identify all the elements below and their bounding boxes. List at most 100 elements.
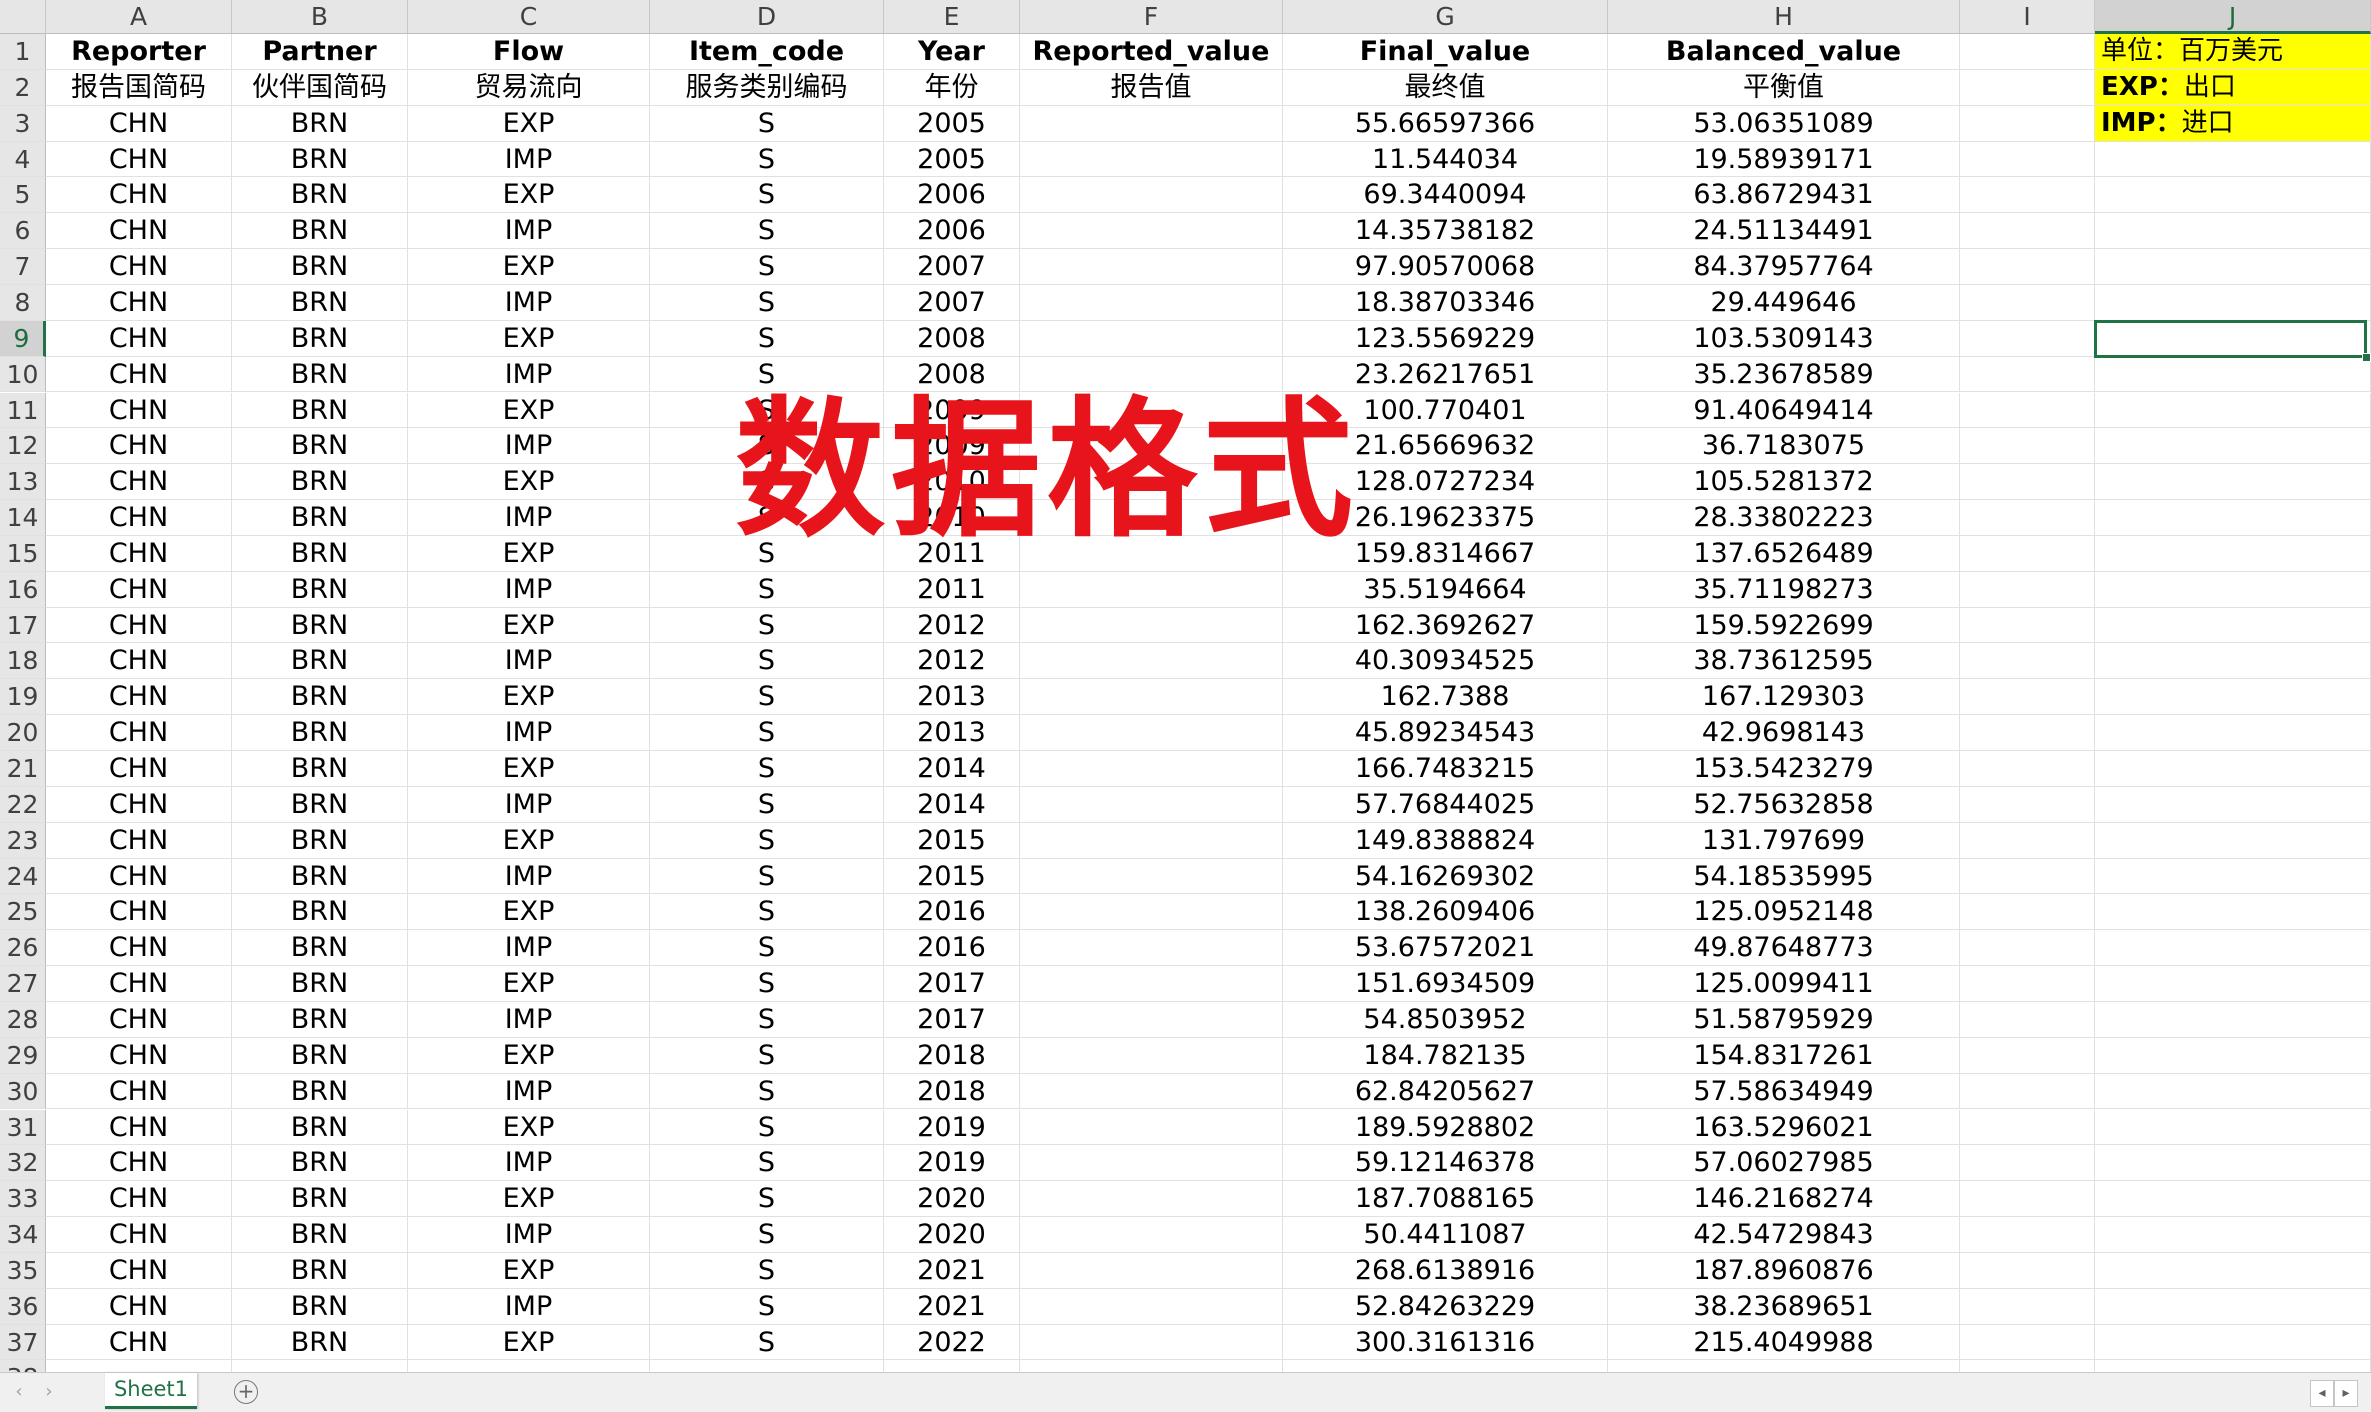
data-cell[interactable]: CHN xyxy=(46,1252,232,1289)
data-cell[interactable]: S xyxy=(650,1037,884,1074)
cell[interactable] xyxy=(1960,320,2095,357)
row-number[interactable]: 21 xyxy=(0,751,46,787)
column-header-a[interactable]: A xyxy=(46,0,232,34)
data-cell[interactable]: S xyxy=(650,786,884,823)
data-cell[interactable] xyxy=(1020,930,1283,967)
data-cell[interactable]: CHN xyxy=(46,177,232,214)
cell[interactable] xyxy=(232,1360,408,1372)
data-cell[interactable] xyxy=(1020,1109,1283,1146)
data-cell[interactable]: S xyxy=(650,141,884,178)
data-cell[interactable]: S xyxy=(650,284,884,321)
cell[interactable] xyxy=(1960,715,2095,751)
data-cell[interactable]: BRN xyxy=(232,1001,408,1038)
header-cell-cn[interactable]: 最终值 xyxy=(1283,69,1608,106)
row-number[interactable]: 15 xyxy=(0,535,46,572)
row-number[interactable]: 27 xyxy=(0,966,46,1002)
cell[interactable] xyxy=(1960,356,2095,393)
data-cell[interactable]: CHN xyxy=(46,1073,232,1110)
data-cell[interactable]: 187.7088165 xyxy=(1283,1181,1608,1218)
data-cell[interactable]: IMP xyxy=(408,930,650,967)
data-cell[interactable] xyxy=(1020,177,1283,214)
cell[interactable] xyxy=(1960,643,2095,680)
data-cell[interactable]: CHN xyxy=(46,105,232,142)
header-cell[interactable]: Item_code xyxy=(650,34,884,70)
cell[interactable] xyxy=(1020,1360,1283,1372)
row-number[interactable]: 1 xyxy=(0,34,46,70)
cell[interactable] xyxy=(2095,464,2371,501)
data-cell[interactable]: BRN xyxy=(232,715,408,751)
data-cell[interactable]: CHN xyxy=(46,284,232,321)
data-cell[interactable]: S xyxy=(650,822,884,859)
cell[interactable] xyxy=(2095,428,2371,465)
data-cell[interactable] xyxy=(1020,105,1283,142)
row-number[interactable]: 33 xyxy=(0,1181,46,1218)
data-cell[interactable]: CHN xyxy=(46,643,232,680)
header-cell-cn[interactable]: 伙伴国简码 xyxy=(232,69,408,106)
row-number[interactable]: 2 xyxy=(0,69,46,106)
data-cell[interactable]: BRN xyxy=(232,1181,408,1218)
row-number[interactable]: 18 xyxy=(0,643,46,680)
row-number[interactable]: 32 xyxy=(0,1145,46,1182)
data-cell[interactable]: EXP xyxy=(408,822,650,859)
data-cell[interactable]: CHN xyxy=(46,464,232,501)
data-cell[interactable]: 2014 xyxy=(884,786,1020,823)
data-cell[interactable]: BRN xyxy=(232,571,408,608)
data-cell[interactable]: 2012 xyxy=(884,607,1020,644)
data-cell[interactable]: BRN xyxy=(232,1073,408,1110)
data-cell[interactable]: 2007 xyxy=(884,249,1020,285)
data-cell[interactable]: IMP xyxy=(408,1217,650,1253)
data-cell[interactable]: 50.4411087 xyxy=(1283,1217,1608,1253)
cell[interactable] xyxy=(2095,751,2371,787)
data-cell[interactable]: 159.5922699 xyxy=(1608,607,1960,644)
data-cell[interactable]: S xyxy=(650,105,884,142)
data-cell[interactable] xyxy=(1020,1217,1283,1253)
column-header-d[interactable]: D xyxy=(650,0,884,34)
data-cell[interactable]: 52.75632858 xyxy=(1608,786,1960,823)
data-cell[interactable]: 54.8503952 xyxy=(1283,1001,1608,1038)
fill-handle[interactable] xyxy=(2362,352,2371,362)
cell[interactable] xyxy=(1960,34,2095,70)
cell[interactable] xyxy=(2095,356,2371,393)
cell[interactable] xyxy=(1960,930,2095,967)
data-cell[interactable]: 38.73612595 xyxy=(1608,643,1960,680)
data-cell[interactable]: 189.5928802 xyxy=(1283,1109,1608,1146)
row-number[interactable]: 30 xyxy=(0,1073,46,1110)
data-cell[interactable]: BRN xyxy=(232,428,408,465)
data-cell[interactable]: 137.6526489 xyxy=(1608,535,1960,572)
data-cell[interactable]: CHN xyxy=(46,213,232,250)
data-cell[interactable] xyxy=(1020,320,1283,357)
data-cell[interactable]: 2015 xyxy=(884,858,1020,895)
cell[interactable] xyxy=(2095,1181,2371,1218)
data-cell[interactable]: 36.7183075 xyxy=(1608,428,1960,465)
cell[interactable] xyxy=(46,1360,232,1372)
scroll-left-icon[interactable]: ◂ xyxy=(2310,1380,2334,1407)
data-cell[interactable]: BRN xyxy=(232,643,408,680)
cell[interactable] xyxy=(1960,213,2095,250)
header-cell-cn[interactable]: 年份 xyxy=(884,69,1020,106)
data-cell[interactable]: IMP xyxy=(408,1073,650,1110)
cell[interactable] xyxy=(2095,249,2371,285)
data-cell[interactable]: 91.40649414 xyxy=(1608,392,1960,429)
cell[interactable] xyxy=(2095,177,2371,214)
data-cell[interactable]: CHN xyxy=(46,1145,232,1182)
data-cell[interactable]: 49.87648773 xyxy=(1608,930,1960,967)
data-cell[interactable]: S xyxy=(650,1288,884,1325)
prev-sheet-icon[interactable]: ‹ xyxy=(8,1381,30,1403)
row-number[interactable]: 37 xyxy=(0,1324,46,1361)
cell[interactable] xyxy=(1960,1324,2095,1361)
data-cell[interactable]: CHN xyxy=(46,751,232,787)
data-cell[interactable]: EXP xyxy=(408,679,650,716)
header-cell[interactable]: Partner xyxy=(232,34,408,70)
data-cell[interactable]: IMP xyxy=(408,1001,650,1038)
data-cell[interactable]: 24.51134491 xyxy=(1608,213,1960,250)
data-cell[interactable]: 268.6138916 xyxy=(1283,1252,1608,1289)
cell[interactable] xyxy=(2095,930,2371,967)
data-cell[interactable] xyxy=(1020,571,1283,608)
legend-cell[interactable]: EXP：出口 xyxy=(2095,69,2371,106)
data-cell[interactable]: EXP xyxy=(408,1181,650,1218)
data-cell[interactable] xyxy=(1020,141,1283,178)
data-cell[interactable]: S xyxy=(650,894,884,931)
data-cell[interactable]: BRN xyxy=(232,1217,408,1253)
header-cell-cn[interactable]: 服务类别编码 xyxy=(650,69,884,106)
data-cell[interactable]: 2015 xyxy=(884,822,1020,859)
